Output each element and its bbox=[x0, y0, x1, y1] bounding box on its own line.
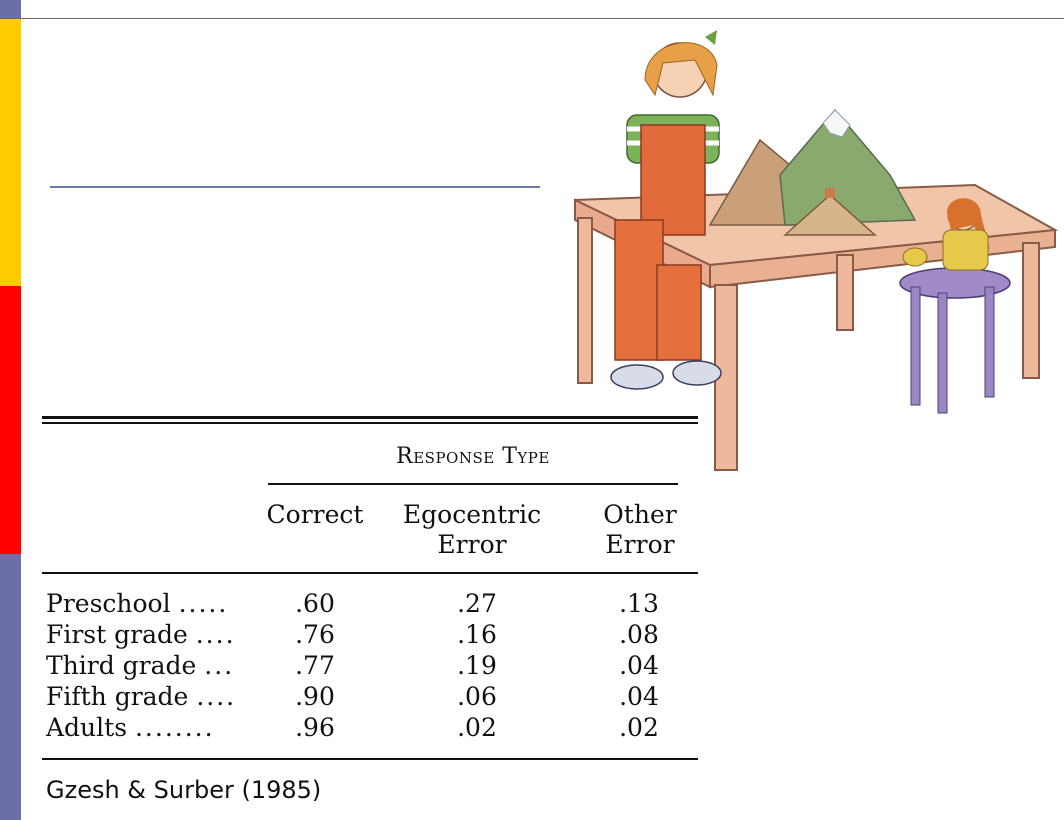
table-top-rule-1 bbox=[42, 416, 698, 419]
cell-correct: .60 bbox=[295, 589, 335, 618]
header-bottom-rule bbox=[42, 572, 698, 574]
left-stripe-purple bbox=[0, 554, 21, 820]
response-type-header: Response Type bbox=[268, 444, 678, 469]
row-label: First grade .... bbox=[46, 620, 236, 649]
group-header-rule bbox=[268, 483, 678, 485]
col-header-other: Other Error bbox=[590, 500, 690, 560]
three-mountains-illustration bbox=[574, 30, 1059, 471]
col-header-line2: Error bbox=[437, 530, 507, 559]
left-stripe-red bbox=[0, 286, 21, 554]
row-label: Fifth grade .... bbox=[46, 682, 237, 711]
col-header-line2: Correct bbox=[266, 500, 364, 529]
row-label: Preschool ..... bbox=[46, 589, 229, 618]
cell-egocentric: .27 bbox=[457, 589, 497, 618]
left-stripe-yellow bbox=[0, 19, 21, 286]
col-header-egocentric: Egocentric Error bbox=[397, 500, 547, 560]
cell-egocentric: .02 bbox=[457, 713, 497, 742]
cell-other: .04 bbox=[619, 651, 659, 680]
cell-other: .08 bbox=[619, 620, 659, 649]
title-underline bbox=[50, 186, 540, 188]
cell-egocentric: .06 bbox=[457, 682, 497, 711]
table-top-rule-2 bbox=[42, 422, 698, 424]
row-label: Adults ........ bbox=[46, 713, 215, 742]
col-header-line1: Other bbox=[603, 500, 677, 529]
cell-correct: .96 bbox=[295, 713, 335, 742]
slide-top-bar bbox=[0, 0, 1064, 19]
cell-correct: .90 bbox=[295, 682, 335, 711]
cell-egocentric: .16 bbox=[457, 620, 497, 649]
cell-egocentric: .19 bbox=[457, 651, 497, 680]
cell-correct: .77 bbox=[295, 651, 335, 680]
perspective-taking-table: Response Type Correct Egocentric Error O… bbox=[42, 416, 698, 762]
cell-other: .02 bbox=[619, 713, 659, 742]
citation: Gzesh & Surber (1985) bbox=[46, 776, 322, 804]
cell-correct: .76 bbox=[295, 620, 335, 649]
cell-other: .13 bbox=[619, 589, 659, 618]
table-bottom-rule bbox=[42, 758, 698, 760]
cell-other: .04 bbox=[619, 682, 659, 711]
col-header-line2: Error bbox=[605, 530, 675, 559]
col-header-correct: Correct bbox=[260, 500, 370, 530]
col-header-line1: Egocentric bbox=[402, 500, 542, 529]
response-type-label: Response Type bbox=[396, 444, 550, 469]
row-label: Third grade ... bbox=[46, 651, 235, 680]
top-bar-accent bbox=[0, 0, 21, 18]
